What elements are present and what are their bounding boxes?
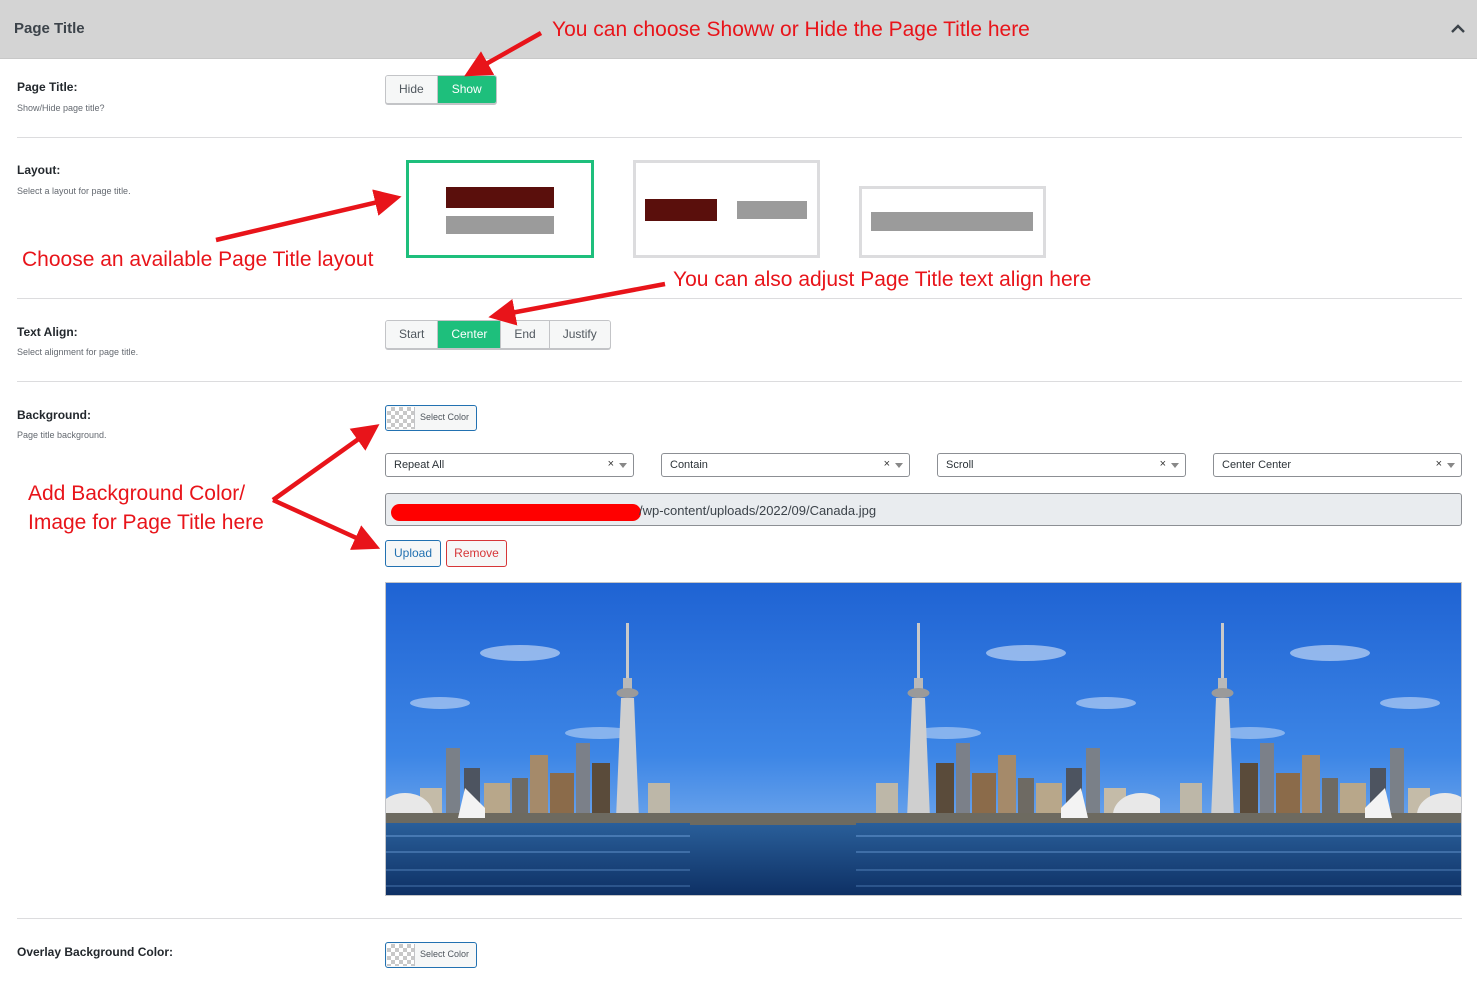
overlay-color-picker[interactable]: Select Color (385, 942, 477, 968)
overlay-label: Overlay Background Color: (17, 945, 174, 959)
annotation-layout: Choose an available Page Title layout (22, 248, 374, 271)
clear-icon[interactable]: × (1160, 458, 1166, 470)
background-position-select[interactable]: Center Center × (1213, 453, 1462, 477)
chevron-down-icon (1171, 463, 1179, 468)
select-color-label: Select Color (420, 412, 470, 422)
page-title-toggle: Hide Show (385, 75, 497, 104)
background-repeat-select[interactable]: Repeat All × (385, 453, 634, 477)
chevron-down-icon (619, 463, 627, 468)
clear-icon[interactable]: × (1436, 458, 1442, 470)
select-value: Scroll (946, 459, 974, 471)
divider (17, 918, 1462, 919)
select-value: Contain (670, 459, 708, 471)
layout-desc: Select a layout for page title. (17, 186, 131, 196)
background-desc: Page title background. (17, 430, 107, 440)
divider (17, 298, 1462, 299)
background-label: Background: (17, 408, 92, 422)
layout-option-stacked[interactable] (406, 160, 594, 258)
transparent-swatch-icon (387, 407, 415, 429)
chevron-up-icon[interactable] (1449, 22, 1467, 36)
skyline-image (386, 583, 1461, 895)
background-size-select[interactable]: Contain × (661, 453, 910, 477)
text-align-desc: Select alignment for page title. (17, 347, 139, 357)
background-image-url: /wp-content/uploads/2022/09/Canada.jpg (639, 503, 877, 518)
background-attachment-select[interactable]: Scroll × (937, 453, 1186, 477)
chevron-down-icon (895, 463, 903, 468)
remove-button[interactable]: Remove (446, 540, 507, 567)
show-button[interactable]: Show (437, 76, 496, 103)
arrow-to-center-button (488, 281, 666, 326)
divider (17, 381, 1462, 382)
arrow-to-select-color (271, 424, 380, 502)
align-start-button[interactable]: Start (386, 321, 439, 348)
select-color-label: Select Color (420, 949, 470, 959)
text-align-toggle: Start Center End Justify (385, 320, 611, 349)
layout-option-inline[interactable] (633, 160, 820, 258)
arrow-to-layout (215, 189, 402, 243)
select-value: Repeat All (394, 459, 445, 471)
hide-button[interactable]: Hide (386, 76, 438, 103)
annotation-background-line2: Image for Page Title here (28, 511, 264, 534)
upload-button[interactable]: Upload (385, 540, 441, 567)
annotation-align: You can also adjust Page Title text alig… (673, 268, 1092, 291)
annotation-show-hide: You can choose Showw or Hide the Page Ti… (552, 18, 1030, 41)
page-title-desc: Show/Hide page title? (17, 103, 105, 113)
layout-label: Layout: (17, 163, 61, 177)
align-justify-button[interactable]: Justify (549, 321, 610, 348)
arrow-to-upload (272, 497, 381, 550)
background-color-picker[interactable]: Select Color (385, 405, 477, 431)
transparent-swatch-icon (387, 944, 415, 966)
layout-breadcrumb-bar (871, 212, 1033, 231)
chevron-down-icon (1447, 463, 1455, 468)
page-title-label: Page Title: (17, 80, 78, 94)
select-value: Center Center (1222, 459, 1292, 471)
layout-option-minimal[interactable] (859, 186, 1046, 258)
layout-title-bar (446, 187, 554, 208)
panel-title: Page Title (14, 20, 85, 37)
clear-icon[interactable]: × (884, 458, 890, 470)
background-image-url-field[interactable]: /wp-content/uploads/2022/09/Canada.jpg (385, 493, 1462, 526)
annotation-background-line1: Add Background Color/ (28, 482, 246, 505)
redaction-mark (391, 504, 641, 521)
background-image-preview (385, 582, 1462, 896)
layout-breadcrumb-bar (737, 201, 807, 219)
layout-breadcrumb-bar (446, 216, 554, 234)
layout-title-bar (645, 199, 717, 221)
align-end-button[interactable]: End (501, 321, 550, 348)
divider (17, 137, 1462, 138)
text-align-label: Text Align: (17, 325, 78, 339)
align-center-button[interactable]: Center (438, 321, 502, 348)
clear-icon[interactable]: × (608, 458, 614, 470)
